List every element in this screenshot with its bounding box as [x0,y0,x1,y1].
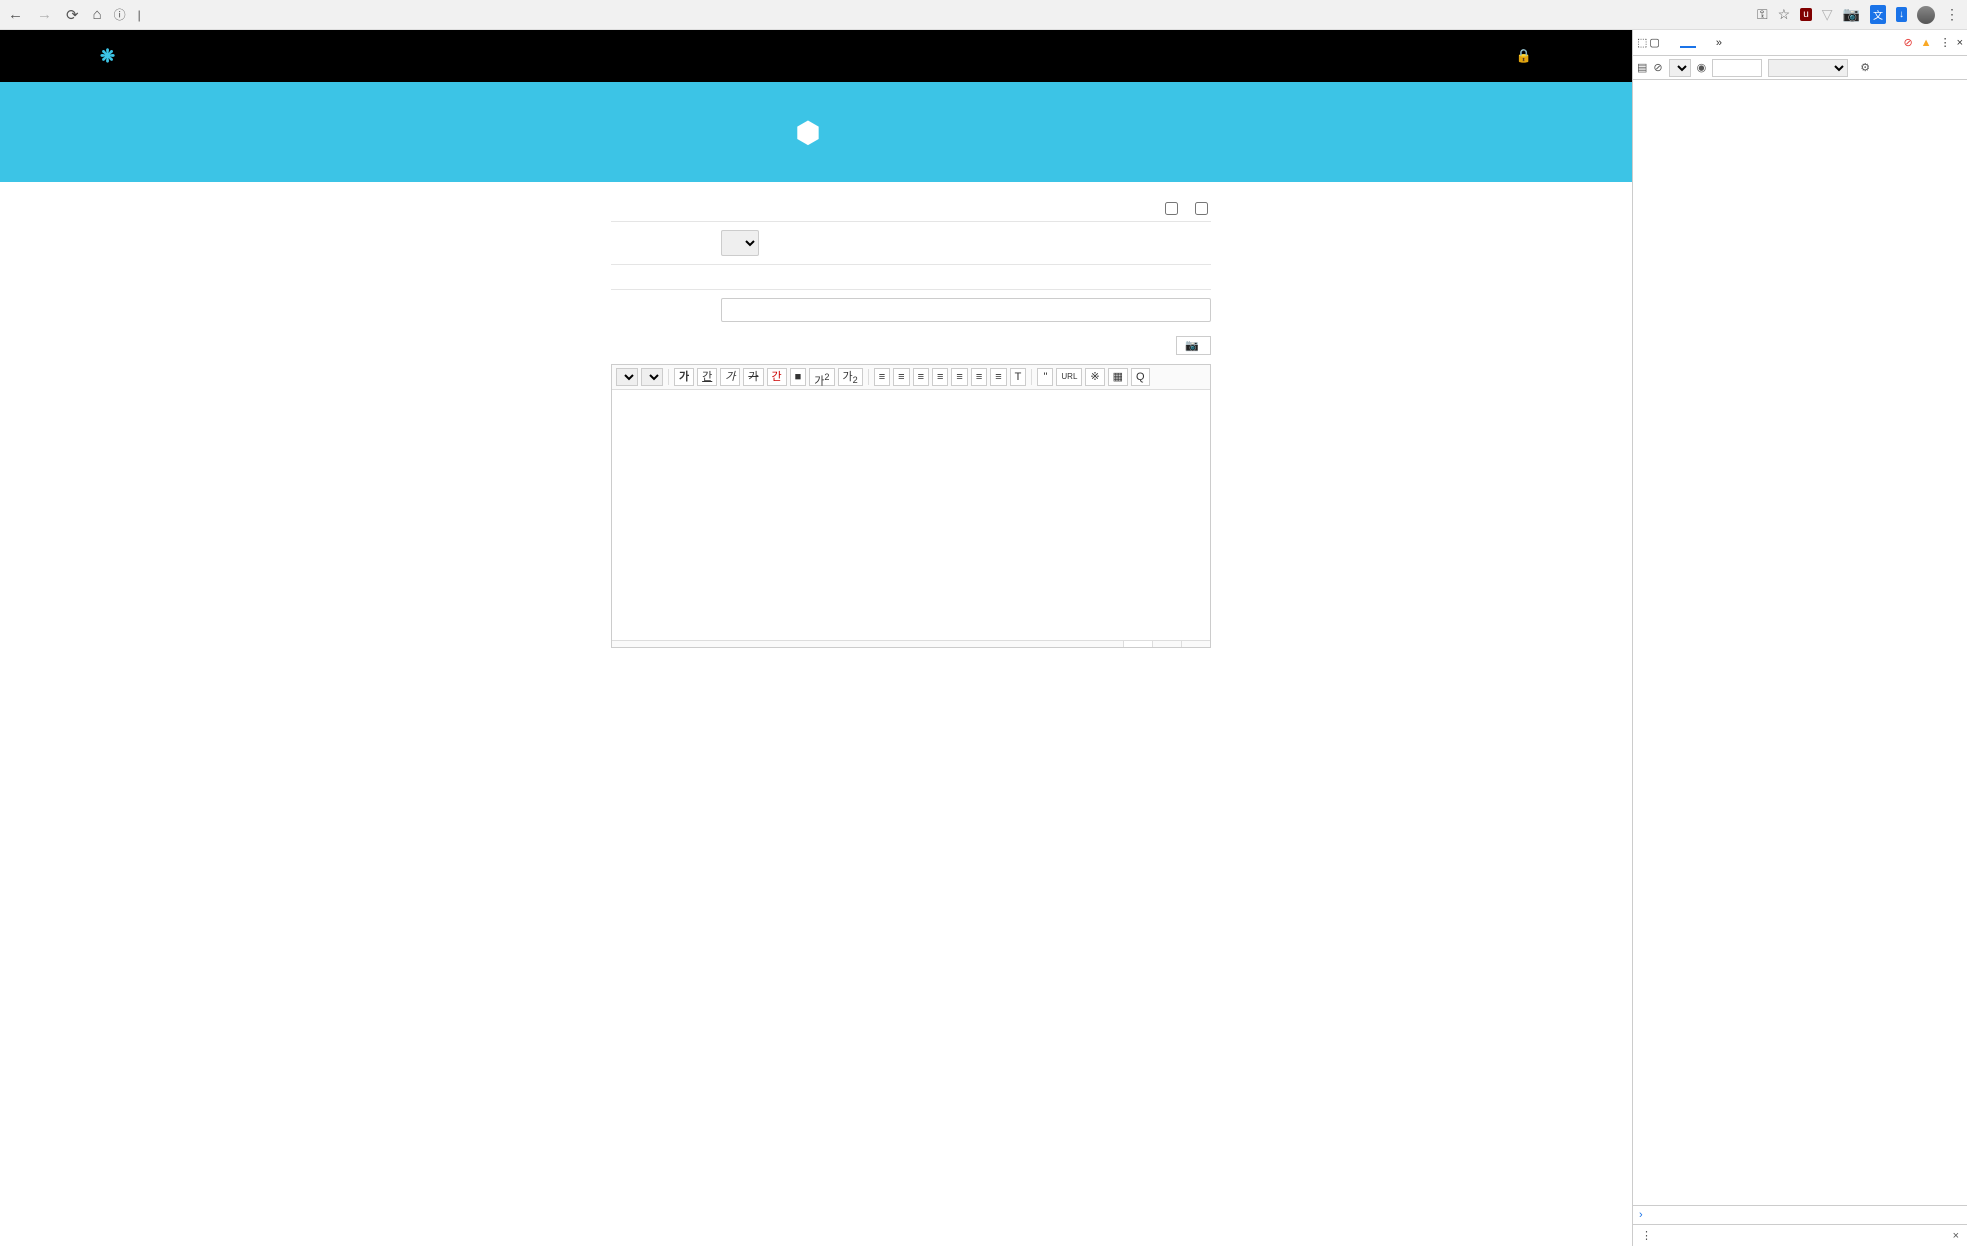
devtools-panel: ⬚ ▢ » ⊘ ▲ ⋮ × ▤ ⊘ ◉ ⚙ › ⋮ [1632,30,1967,1246]
rich-editor: 가 간 가 가 간 ■ 가2 가2 ≡ ≡ ≡ ≡ ≡ ≡ [611,364,1211,648]
align-left-btn[interactable]: ≡ [874,368,890,386]
console-log[interactable] [1633,80,1967,1205]
editor-tab-text[interactable] [1181,641,1210,647]
sidebar-item-faq[interactable] [421,218,571,234]
editor-tab-editor[interactable] [1123,641,1152,647]
devtools-close-icon[interactable]: × [1957,37,1963,49]
notice-checkbox[interactable] [1195,202,1211,215]
address-bar[interactable]: ⓘ | [114,6,1745,23]
font-family-select[interactable] [616,368,638,386]
more-tabs-icon[interactable]: » [1716,37,1722,49]
page-banner: ⬢ [0,82,1632,182]
back-button[interactable]: ← [8,6,23,24]
star-icon[interactable]: ☆ [1778,6,1791,23]
error-count[interactable]: ⊘ [1903,36,1914,49]
key-icon[interactable]: ⚿ [1757,6,1768,23]
sidebar [421,202,571,648]
context-select[interactable] [1669,59,1691,77]
home-button[interactable]: ⌂ [93,6,102,24]
underline-btn[interactable]: 간 [697,368,717,386]
editor-tab-html[interactable] [1152,641,1181,647]
form-area: 📷 가 간 가 가 간 ■ 가2 가2 [611,202,1211,648]
author-value [721,273,1211,281]
align-justify-btn[interactable]: ≡ [932,368,948,386]
editor-toolbar: 가 간 가 가 간 ■ 가2 가2 ≡ ≡ ≡ ≡ ≡ ≡ [612,365,1210,390]
reload-button[interactable]: ⟳ [66,6,79,24]
list-ol-btn[interactable]: ≡ [951,368,967,386]
tab-sources[interactable] [1698,39,1714,47]
italic-btn[interactable]: 가 [720,368,740,386]
menu-icon[interactable]: ⋮ [1945,6,1959,23]
list-ul-btn[interactable]: ≡ [971,368,987,386]
devtools-tabbar: ⬚ ▢ » ⊘ ▲ ⋮ × [1633,30,1967,56]
url-btn[interactable]: URL [1056,368,1082,386]
clear-console-icon[interactable]: ⊘ [1653,61,1662,74]
page-viewport: ❋ 🔒 ⬢ [0,30,1632,1246]
photo-button[interactable]: 📷 [1176,336,1211,355]
title-input[interactable] [721,298,1211,322]
logo-icon: ❋ [100,46,116,67]
level-select[interactable] [1768,59,1848,77]
tab-console[interactable] [1680,38,1696,48]
settings-icon[interactable]: ⚙ [1860,61,1870,74]
logo[interactable]: ❋ [100,46,122,67]
indent-btn[interactable]: T [1010,368,1027,386]
drawer-menu-icon[interactable]: ⋮ [1641,1229,1652,1242]
font-size-select[interactable] [641,368,663,386]
resize-handle[interactable] [612,641,1123,647]
forward-button[interactable]: → [37,6,52,24]
cart-button[interactable]: 🔒 [1516,48,1532,64]
live-expr-icon[interactable]: ◉ [1697,61,1707,74]
quote-btn[interactable]: " [1037,368,1053,386]
banner-icon: ⬢ [796,116,820,149]
sidebar-item-notice[interactable] [421,202,571,218]
browser-toolbar: ← → ⟳ ⌂ ⓘ | ⚿ ☆ u ▽ 📷 文 ↓ ⋮ [0,0,1967,30]
align-right-btn[interactable]: ≡ [913,368,929,386]
ext-icon[interactable]: ▽ [1822,6,1833,23]
category-select[interactable] [721,230,759,256]
ext2-icon[interactable]: ↓ [1896,7,1907,22]
profile-avatar[interactable] [1917,6,1935,24]
special-btn[interactable]: ※ [1085,368,1104,386]
color-btn[interactable]: 간 [767,368,787,386]
strike-btn[interactable]: 가 [743,368,763,386]
editor-canvas[interactable] [612,390,1210,640]
warn-count[interactable]: ▲ [1921,37,1934,49]
drawer-close-icon[interactable]: × [1953,1230,1959,1242]
find-btn[interactable]: Q [1131,368,1150,386]
site-header: ❋ 🔒 [0,30,1632,82]
camera-icon[interactable]: 📷 [1843,6,1860,23]
sidebar-item-refund[interactable] [421,234,571,250]
tab-elements[interactable] [1662,39,1678,47]
console-toolbar: ▤ ⊘ ◉ ⚙ [1633,56,1967,80]
translate-ext-icon[interactable]: 文 [1870,5,1886,24]
sub-btn[interactable]: 가2 [838,368,863,386]
sup-btn[interactable]: 가2 [809,368,834,386]
console-prompt[interactable]: › [1633,1205,1967,1224]
device-icon[interactable]: ▢ [1649,36,1659,49]
bold-btn[interactable]: 가 [674,368,694,386]
ublock-icon[interactable]: u [1800,8,1812,21]
sidebar-item-inquiry[interactable] [421,250,571,266]
secret-checkbox[interactable] [1165,202,1181,215]
inspect-icon[interactable]: ⬚ [1637,36,1647,49]
info-icon: ⓘ [114,6,126,23]
table-btn[interactable]: ▦ [1108,368,1128,386]
devtools-menu-icon[interactable]: ⋮ [1940,36,1951,49]
align-center-btn[interactable]: ≡ [893,368,909,386]
outdent-btn[interactable]: ≡ [990,368,1006,386]
devtools-drawer: ⋮ × [1633,1224,1967,1246]
bgcolor-btn[interactable]: ■ [790,368,807,386]
filter-input[interactable] [1712,59,1762,77]
sidebar-toggle-icon[interactable]: ▤ [1637,61,1647,74]
